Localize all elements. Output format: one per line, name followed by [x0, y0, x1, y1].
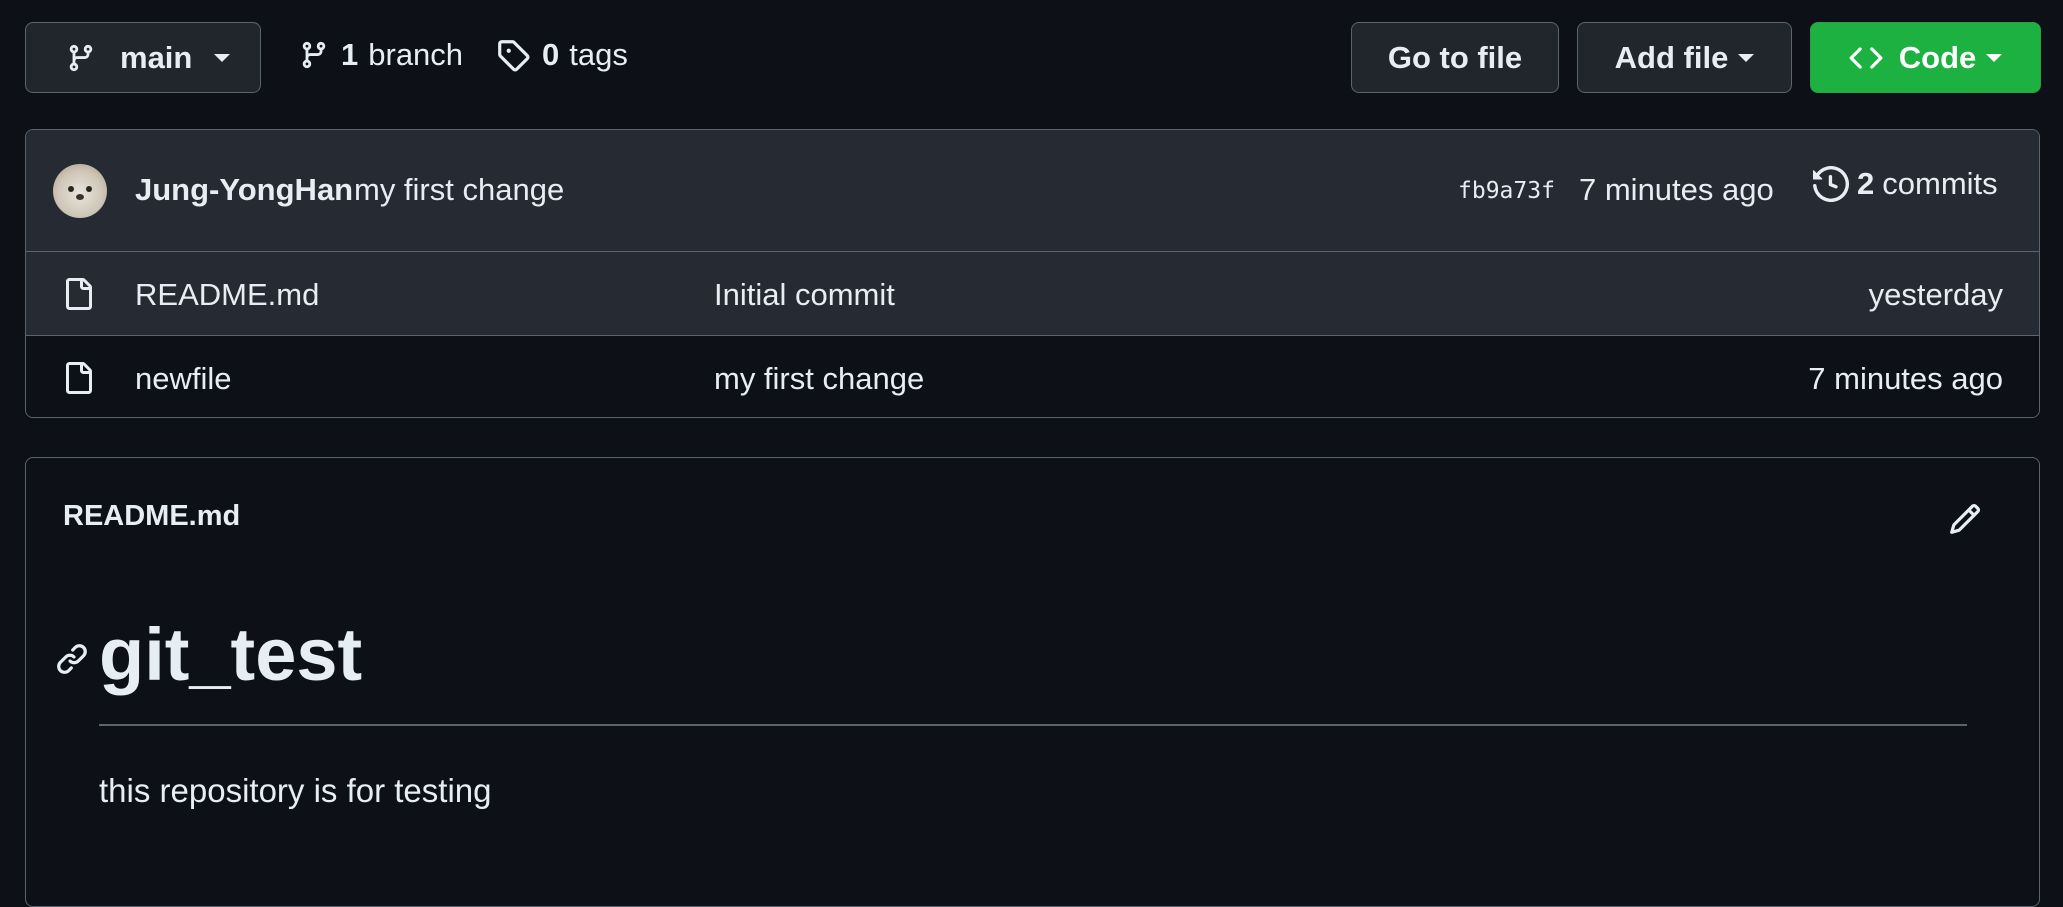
commit-count: 2: [1857, 166, 1875, 201]
file-commit-time: yesterday: [1868, 277, 2003, 312]
branch-selector-button[interactable]: main: [25, 22, 261, 93]
chevron-down-icon: [1986, 53, 2003, 62]
code-icon: [1849, 41, 1883, 75]
tag-label: tags: [569, 37, 628, 72]
commit-author-link[interactable]: Jung-YongHan: [135, 172, 353, 208]
chevron-down-icon: [214, 53, 231, 62]
commit-message-link[interactable]: my first change: [354, 172, 564, 208]
readme-paragraph: this repository is for testing: [99, 772, 492, 809]
readme-filename[interactable]: README.md: [63, 500, 240, 533]
file-icon: [62, 360, 94, 396]
branch-selector-label: main: [120, 39, 193, 75]
file-name-link[interactable]: README.md: [135, 277, 319, 313]
file-commit-message-link[interactable]: my first change: [714, 361, 924, 397]
branch-label: branch: [368, 37, 464, 72]
add-file-button[interactable]: Add file: [1577, 22, 1792, 93]
heading-divider: [99, 724, 1967, 726]
commits-history-link[interactable]: 2 commits: [1813, 166, 1998, 202]
go-to-file-button[interactable]: Go to file: [1351, 22, 1559, 93]
latest-commit-bar: Jung-YongHan my first change fb9a73f 7 m…: [26, 130, 2039, 252]
chevron-down-icon: [1738, 53, 1755, 62]
history-icon: [1813, 166, 1849, 202]
branches-link[interactable]: 1 branch: [299, 37, 463, 73]
file-row[interactable]: README.md Initial commit yesterday: [26, 252, 2039, 336]
file-row[interactable]: newfile my first change 7 minutes ago: [26, 336, 2039, 417]
file-list: Jung-YongHan my first change fb9a73f 7 m…: [25, 129, 2040, 418]
code-button[interactable]: Code: [1810, 22, 2041, 93]
branch-icon: [299, 38, 329, 72]
file-name-link[interactable]: newfile: [135, 361, 232, 397]
tag-icon: [496, 38, 530, 72]
branch-icon: [66, 41, 96, 75]
link-icon[interactable]: [55, 642, 89, 676]
tag-count: 0: [542, 37, 560, 72]
file-icon: [62, 276, 94, 312]
branch-count: 1: [341, 37, 359, 72]
readme-panel: README.md git_test this repository is fo…: [25, 457, 2040, 907]
file-commit-time: 7 minutes ago: [1808, 361, 2003, 396]
commit-time: 7 minutes ago: [1579, 172, 1774, 207]
commit-sha-link[interactable]: fb9a73f: [1458, 178, 1555, 204]
code-label: Code: [1898, 39, 1977, 75]
add-file-label: Add file: [1614, 39, 1729, 75]
tags-link[interactable]: 0 tags: [496, 37, 628, 73]
readme-heading: git_test: [99, 613, 363, 696]
avatar[interactable]: [53, 164, 107, 218]
file-commit-message-link[interactable]: Initial commit: [714, 277, 895, 313]
commit-count-label: commits: [1882, 166, 1998, 201]
pencil-icon[interactable]: [1948, 502, 1982, 536]
go-to-file-label: Go to file: [1387, 39, 1523, 75]
